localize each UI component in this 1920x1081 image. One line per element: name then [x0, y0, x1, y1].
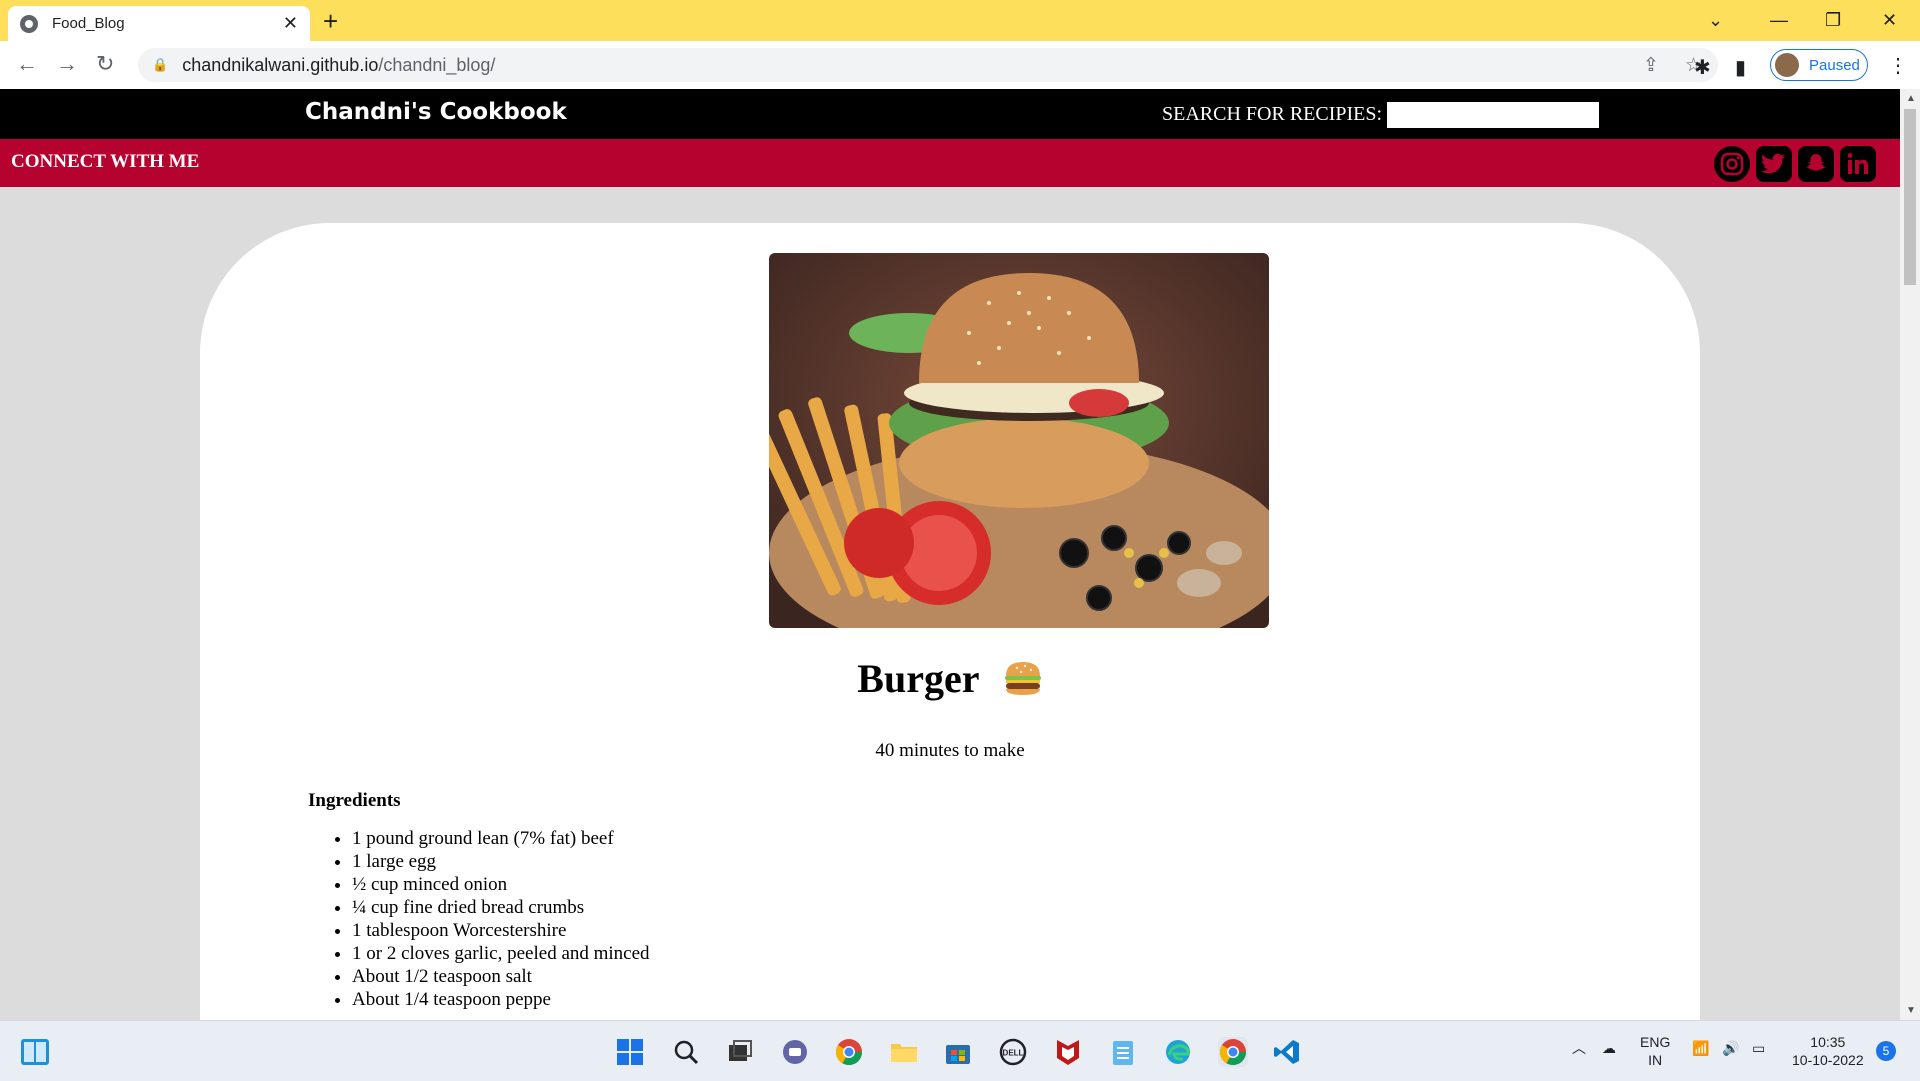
ingredient-item: 1 tablespoon Worcestershire [352, 919, 650, 942]
browser-toolbar: ← → ↻ 🔒 chandnikalwani.github.io/chandni… [0, 41, 1920, 89]
connect-bar: CONNECT WITH ME [0, 139, 1900, 187]
instagram-icon[interactable] [1714, 146, 1750, 182]
ingredient-item: 1 large egg [352, 850, 650, 873]
ingredients-list: 1 pound ground lean (7% fat) beef 1 larg… [308, 827, 650, 1011]
ingredient-item: 1 or 2 cloves garlic, peeled and minced [352, 942, 650, 965]
browser-tabstrip: Food_Blog ✕ + ⌄ — ❐ ✕ [0, 0, 1920, 41]
chrome-active-icon[interactable] [1218, 1037, 1248, 1067]
battery-icon[interactable]: ▭ [1752, 1039, 1765, 1057]
ingredient-item: ¼ cup fine dried bread crumbs [352, 896, 650, 919]
region-code: IN [1648, 1052, 1663, 1068]
browser-menu-icon[interactable]: ⋮ [1888, 53, 1908, 78]
globe-icon [20, 14, 38, 33]
svg-text:DELL: DELL [1003, 1049, 1024, 1058]
profile-status: Paused [1809, 56, 1860, 74]
snapchat-icon[interactable] [1798, 146, 1834, 182]
vscode-icon[interactable] [1272, 1037, 1302, 1067]
search-label: SEARCH FOR RECIPIES: [1162, 103, 1383, 125]
recipe-title-text: Burger [857, 656, 979, 701]
notification-badge[interactable]: 5 [1876, 1041, 1896, 1061]
clock-time: 10:35 [1810, 1034, 1846, 1050]
clock[interactable]: 10:35 10-10-2022 [1792, 1033, 1864, 1069]
scroll-up-arrow[interactable]: ▲ [1906, 93, 1916, 104]
start-icon[interactable] [615, 1037, 645, 1067]
edge-icon[interactable] [1163, 1037, 1193, 1067]
site-brand[interactable]: Chandni's Cookbook [305, 99, 567, 125]
notepad-icon[interactable] [1108, 1037, 1138, 1067]
url-text[interactable]: chandnikalwani.github.io/chandni_blog/ [182, 55, 495, 76]
new-tab-button[interactable]: + [323, 6, 338, 36]
close-tab-icon[interactable]: ✕ [283, 13, 298, 34]
reload-icon[interactable]: ↻ [96, 53, 114, 75]
tab-search-icon[interactable]: ⌄ [1708, 0, 1723, 41]
ingredient-item: About 1/4 teaspoon peppe [352, 988, 650, 1011]
ingredient-item: About 1/2 teaspoon salt [352, 965, 650, 988]
language-code: ENG [1640, 1034, 1671, 1050]
recipe-title: Burger [200, 655, 1700, 706]
scroll-down-arrow[interactable]: ▼ [1906, 1005, 1916, 1016]
teams-chat-icon[interactable] [780, 1037, 810, 1067]
file-explorer-icon[interactable] [889, 1037, 919, 1067]
back-icon[interactable]: ← [16, 53, 38, 75]
recipe-search-input[interactable] [1387, 102, 1599, 128]
url-path: /chandni_blog/ [378, 54, 496, 75]
minimize-button[interactable]: — [1770, 0, 1788, 41]
chrome-icon[interactable] [834, 1037, 864, 1067]
scroll-thumb[interactable] [1904, 109, 1916, 285]
ingredient-item: ½ cup minced onion [352, 873, 650, 896]
burger-photo [769, 253, 1269, 628]
cook-time: 40 minutes to make [875, 740, 1025, 761]
connect-label: CONNECT WITH ME [11, 151, 200, 172]
page-scrollbar[interactable]: ▲ ▼ [1900, 89, 1920, 1020]
close-window-button[interactable]: ✕ [1882, 0, 1897, 41]
share-icon[interactable]: ⇪ [1643, 54, 1659, 77]
os-taskbar: DELL ︿ ☁ ENG IN 📶 🔊 ▭ 10:35 10-10-2022 5 [0, 1020, 1920, 1081]
profile-button[interactable]: Paused [1770, 49, 1868, 81]
avatar [1775, 53, 1799, 77]
mcafee-icon[interactable] [1053, 1037, 1083, 1067]
language-indicator[interactable]: ENG IN [1640, 1033, 1670, 1069]
burger-emoji-icon [1003, 659, 1043, 706]
url-host: chandnikalwani.github.io [182, 54, 379, 75]
recipe-card: Burger 40 minutes to make Ingredients 1 … [200, 223, 1700, 1020]
browser-tab[interactable]: Food_Blog ✕ [8, 6, 310, 41]
search-icon[interactable] [671, 1037, 701, 1067]
linkedin-icon[interactable] [1840, 146, 1876, 182]
ingredient-item: 1 pound ground lean (7% fat) beef [352, 827, 650, 850]
volume-icon[interactable]: 🔊 [1722, 1039, 1739, 1057]
dell-icon[interactable]: DELL [998, 1037, 1028, 1067]
task-view-icon[interactable] [725, 1037, 755, 1067]
forward-icon[interactable]: → [56, 53, 78, 75]
address-bar[interactable]: 🔒 chandnikalwani.github.io/chandni_blog/… [138, 48, 1718, 82]
clock-date: 10-10-2022 [1792, 1052, 1864, 1068]
store-icon[interactable] [943, 1037, 973, 1067]
ingredients-heading: Ingredients [308, 790, 401, 811]
tab-title: Food_Blog [52, 15, 125, 32]
side-panel-icon[interactable]: ▮ [1735, 55, 1746, 80]
lock-icon[interactable]: 🔒 [152, 57, 168, 73]
tray-overflow-icon[interactable]: ︿ [1572, 1039, 1586, 1057]
site-header: Chandni's Cookbook SEARCH FOR RECIPIES: [0, 89, 1900, 139]
page-viewport: Chandni's Cookbook SEARCH FOR RECIPIES: … [0, 89, 1900, 1020]
twitter-icon[interactable] [1756, 146, 1792, 182]
restore-button[interactable]: ❐ [1825, 0, 1841, 41]
widgets-icon[interactable] [20, 1037, 50, 1067]
onedrive-icon[interactable]: ☁ [1602, 1039, 1616, 1057]
wifi-icon[interactable]: 📶 [1692, 1039, 1709, 1057]
extensions-icon[interactable]: ✱ [1694, 55, 1711, 80]
